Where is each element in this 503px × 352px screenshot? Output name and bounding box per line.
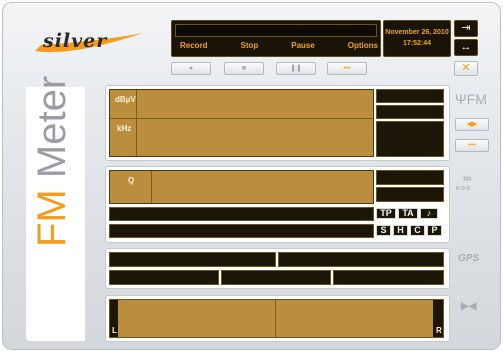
fm-options-button[interactable]: ••• [455, 139, 489, 152]
radiotext-line-2 [109, 224, 374, 238]
c-flag: C [410, 225, 425, 236]
more-icon: ••• [468, 142, 476, 149]
logo-text: silver [43, 30, 108, 52]
tune-button[interactable]: ◀▶ [455, 118, 489, 131]
fm-icon-label: FM [466, 91, 487, 107]
gps-field-1 [109, 270, 219, 285]
fm-antenna-icon: ΨFM [455, 91, 487, 107]
stop-label[interactable]: Stop [241, 41, 259, 55]
record-label[interactable]: Record [180, 41, 208, 55]
p-flag: P [427, 225, 442, 236]
status-strip [175, 24, 377, 37]
options-button[interactable]: ••• [327, 62, 367, 75]
level-readout [376, 89, 444, 103]
quality-display: Q [109, 170, 374, 204]
dock-icon: ⇥ [461, 22, 471, 34]
level-panel: dBµV kHz [105, 85, 450, 161]
h-flag: H [393, 225, 408, 236]
time-text: 17:52:44 [402, 40, 432, 47]
close-icon: ✕ [461, 62, 471, 74]
gps-panel [105, 248, 450, 289]
dock-button[interactable]: ⇥ [454, 20, 478, 37]
app-window: silver Record Stop Pause Options Novembe… [2, 2, 501, 350]
gps-latitude [109, 252, 276, 267]
pause-icon: ❚❚ [290, 65, 302, 72]
right-channel-label: R [436, 326, 442, 335]
resize-icon: ↔ [460, 41, 472, 53]
ta-flag: TA [398, 208, 418, 219]
rds-panel: Q TP TA ♪ S H C P [105, 166, 450, 243]
gps-field-3 [333, 270, 444, 285]
pause-label[interactable]: Pause [291, 41, 315, 55]
balance-icon: ▶◀ [461, 301, 477, 312]
record-button[interactable]: ● [171, 62, 211, 75]
stereo-meter-bar [118, 300, 433, 337]
rds-icon-label: R·D·S [456, 186, 470, 192]
left-channel-label: L [112, 326, 117, 335]
title-meter: Meter [30, 75, 74, 179]
s-flag: S [376, 225, 391, 236]
music-flag: ♪ [420, 208, 438, 219]
more-icon: ••• [343, 65, 351, 72]
level-display: dBµV kHz [109, 89, 374, 157]
record-icon: ● [188, 65, 194, 72]
close-button[interactable]: ✕ [454, 61, 478, 76]
radiotext-line-1 [109, 207, 374, 221]
pi-readout [376, 170, 444, 185]
freq-readout [376, 121, 444, 157]
resize-button[interactable]: ↔ [454, 39, 478, 56]
stop-icon: ■ [241, 65, 247, 72]
silver-logo: silver [31, 27, 149, 57]
transport-display: Record Stop Pause Options [171, 20, 381, 57]
rds-logo-icon: ∞ [463, 171, 472, 185]
stop-button[interactable]: ■ [224, 62, 264, 75]
dbuv-label: dBµV [115, 95, 136, 104]
pause-button[interactable]: ❚❚ [276, 62, 316, 75]
gps-icon-label: GPS [458, 253, 480, 264]
title-fm: FM [30, 189, 74, 247]
gps-longitude [278, 252, 444, 267]
khz-label: kHz [117, 124, 132, 133]
stereo-meter-frame: L R [109, 299, 444, 338]
q-label: Q [128, 176, 135, 185]
app-title: FM Meter [30, 76, 75, 247]
stereo-panel: L R [105, 295, 450, 342]
tp-flag: TP [376, 208, 396, 219]
ps-readout [376, 187, 444, 202]
datetime-display: November 26, 2010 17:52:44 [383, 20, 451, 57]
level-peak [376, 105, 444, 119]
date-text: November 26, 2010 [385, 29, 449, 36]
options-label[interactable]: Options [348, 41, 378, 55]
gps-field-2 [221, 270, 331, 285]
tune-icon: ◀▶ [466, 121, 478, 128]
